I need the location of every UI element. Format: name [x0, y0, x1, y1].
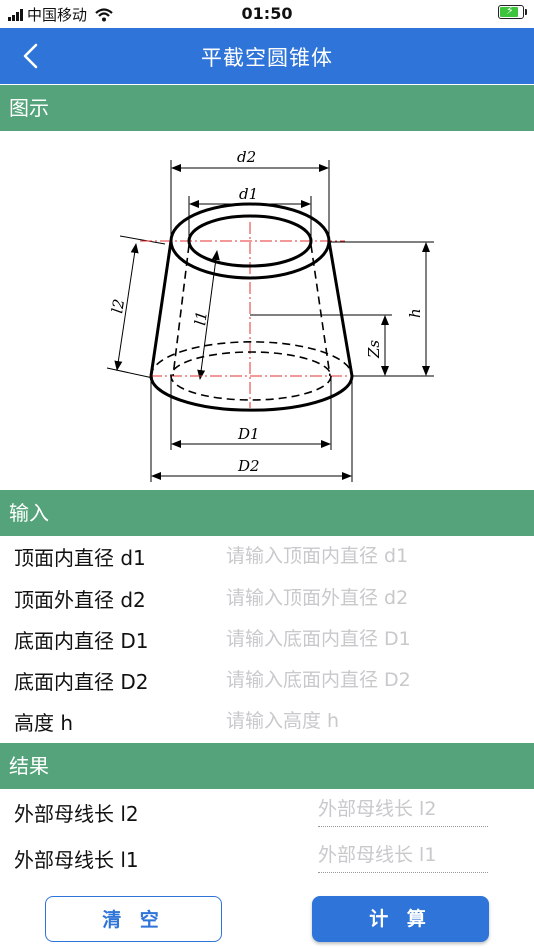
l1-result-field[interactable]	[318, 838, 488, 873]
result-label-l1: 外部母线长 l1	[14, 848, 139, 872]
clear-button[interactable]: 清 空	[45, 896, 222, 942]
battery-icon: ⚡	[498, 4, 527, 19]
input-row-D2: 底面内直径 D2	[0, 660, 534, 701]
label-D2: D2	[237, 457, 260, 475]
calculate-button[interactable]: 计 算	[312, 896, 489, 942]
input-label-h: 高度 h	[14, 711, 74, 735]
input-row-d2: 顶面外直径 d2	[0, 578, 534, 619]
section-header-result: 结果	[0, 743, 534, 789]
d2-input[interactable]	[226, 582, 522, 614]
result-row-l1: 外部母线长 l1	[0, 836, 534, 882]
d1-input[interactable]	[226, 540, 522, 572]
label-D1: D1	[237, 425, 260, 443]
nav-bar: 平截空圆锥体	[0, 28, 534, 84]
input-label-D2: 底面内直径 D2	[14, 670, 149, 694]
input-row-h: 高度 h	[0, 701, 534, 742]
input-label-d1: 顶面内直径 d1	[14, 546, 146, 570]
input-label-D1: 底面内直径 D1	[14, 629, 149, 653]
result-label-l2: 外部母线长 l2	[14, 802, 139, 826]
label-h: h	[406, 308, 424, 318]
input-label-d2: 顶面外直径 d2	[14, 588, 146, 612]
label-l2: l2	[108, 298, 128, 315]
l2-result-field[interactable]	[318, 792, 488, 827]
result-row-l2: 外部母线长 l2	[0, 790, 534, 836]
label-zs: Zs	[365, 340, 383, 359]
input-row-D1: 底面内直径 D1	[0, 619, 534, 660]
status-bar: 中国移动 01:50 ⚡	[0, 0, 534, 28]
label-d2: d2	[237, 148, 256, 166]
section-header-figure: 图示	[0, 85, 534, 131]
D1-input[interactable]	[226, 623, 522, 655]
D2-input[interactable]	[226, 664, 522, 696]
frustum-diagram: d2 d1 D1 D2 h Zs l2 l1	[106, 148, 434, 482]
height-input[interactable]	[226, 705, 522, 737]
status-time: 01:50	[241, 4, 293, 23]
input-row-d1: 顶面内直径 d1	[0, 536, 534, 577]
label-l1: l1	[191, 310, 211, 327]
label-d1: d1	[239, 185, 258, 203]
section-header-input: 输入	[0, 490, 534, 536]
page-title: 平截空圆锥体	[201, 46, 333, 70]
